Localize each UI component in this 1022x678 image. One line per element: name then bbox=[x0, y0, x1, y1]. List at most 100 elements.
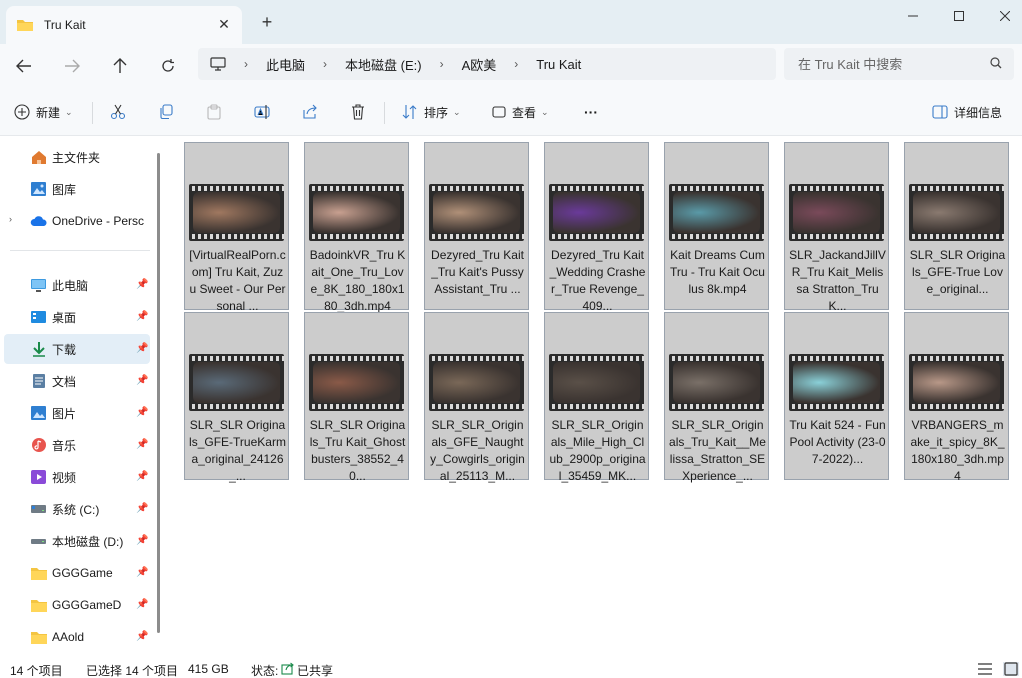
pin-icon[interactable]: 📌 bbox=[136, 471, 148, 483]
paste-button[interactable] bbox=[206, 100, 222, 124]
sidebar-item-home[interactable]: 主文件夹 bbox=[0, 142, 150, 172]
search-box[interactable] bbox=[784, 48, 1014, 80]
file-tile[interactable]: Tru Kait 524 - Fun Pool Activity (23-07-… bbox=[784, 312, 889, 480]
file-tile[interactable]: [VirtualRealPorn.com] Tru Kait, Zuzu Swe… bbox=[184, 142, 289, 313]
large-icons-view-icon[interactable] bbox=[1003, 662, 1019, 676]
sidebar-item-pictures[interactable]: 图片 📌 bbox=[0, 398, 150, 428]
pin-icon[interactable]: 📌 bbox=[136, 407, 148, 419]
close-tab-icon[interactable]: ✕ bbox=[216, 16, 232, 32]
pin-icon[interactable]: 📌 bbox=[136, 439, 148, 451]
copy-icon bbox=[160, 104, 173, 120]
address-bar[interactable]: › 此电脑 › 本地磁盘 (E:) › A欧美 › Tru Kait bbox=[198, 48, 776, 80]
folder-icon bbox=[31, 600, 47, 612]
sidebar-item-onedrive[interactable]: › OneDrive - Persc bbox=[0, 206, 150, 236]
breadcrumb-tru-kait[interactable]: Tru Kait bbox=[536, 57, 581, 72]
chevron-right-icon: › bbox=[244, 57, 248, 71]
file-name: VRBANGERS_make_it_spicy_8K_180x180_3dh.m… bbox=[910, 418, 1005, 483]
file-tile[interactable]: SLR_SLR Originals_Tru Kait_Ghostbusters_… bbox=[304, 312, 409, 483]
video-thumbnail bbox=[909, 354, 1004, 411]
maximize-button[interactable] bbox=[936, 0, 982, 32]
up-button[interactable] bbox=[106, 52, 134, 80]
chevron-right-icon[interactable]: › bbox=[9, 214, 12, 224]
sidebar-item-gallery[interactable]: 图库 bbox=[0, 174, 150, 204]
breadcrumb-this-pc[interactable]: 此电脑 bbox=[266, 55, 305, 74]
sidebar-item-music[interactable]: 音乐 📌 bbox=[0, 430, 150, 460]
file-tile[interactable]: SLR_SLR Originals_GFE-True Love_original… bbox=[904, 142, 1009, 310]
folder-icon bbox=[17, 20, 33, 31]
minimize-button[interactable] bbox=[890, 0, 936, 32]
sidebar-item-desktop[interactable]: 桌面 📌 bbox=[0, 302, 150, 332]
pin-icon[interactable]: 📌 bbox=[136, 503, 148, 515]
close-icon bbox=[1000, 11, 1010, 21]
thumbnail-image bbox=[193, 362, 280, 403]
new-button[interactable]: 新建 ⌄ bbox=[14, 100, 73, 124]
file-tile[interactable]: SLR_SLR Originals_GFE-TrueKarma_original… bbox=[184, 312, 289, 483]
pin-icon[interactable]: 📌 bbox=[136, 279, 148, 291]
details-pane-button[interactable]: 详细信息 bbox=[932, 100, 1002, 124]
rename-button[interactable] bbox=[254, 100, 272, 124]
share-button[interactable] bbox=[302, 100, 318, 124]
file-tile[interactable]: Dezyred_Tru Kait_Tru Kait's Pussy Assist… bbox=[424, 142, 529, 310]
cut-button[interactable] bbox=[110, 100, 126, 124]
file-tile[interactable]: BadoinkVR_Tru Kait_One_Tru_Love_8K_180_1… bbox=[304, 142, 409, 313]
state-label: 状态: bbox=[251, 664, 279, 678]
divider bbox=[10, 250, 150, 251]
pin-icon[interactable]: 📌 bbox=[136, 599, 148, 611]
state-value: 已共享 bbox=[297, 664, 334, 678]
new-tab-button[interactable]: + bbox=[257, 13, 277, 33]
file-tile[interactable]: SLR_JackandJillVR_Tru Kait_Melissa Strat… bbox=[784, 142, 889, 313]
pin-icon[interactable]: 📌 bbox=[136, 343, 148, 355]
file-name: SLR_SLR_Originals_Mile_High_Club_2900p_o… bbox=[549, 418, 646, 483]
file-tile[interactable]: Dezyred_Tru Kait_Wedding Crasher_True Re… bbox=[544, 142, 649, 313]
search-input[interactable] bbox=[798, 56, 978, 72]
file-tile[interactable]: SLR_SLR_Originals_Mile_High_Club_2900p_o… bbox=[544, 312, 649, 483]
sidebar-scrollbar[interactable] bbox=[157, 153, 160, 633]
copy-button[interactable] bbox=[158, 100, 174, 124]
pin-icon[interactable]: 📌 bbox=[136, 631, 148, 643]
file-tile[interactable]: Kait Dreams Cum Tru - Tru Kait Oculus 8k… bbox=[664, 142, 769, 310]
sidebar-item-aaold[interactable]: AAold 📌 bbox=[0, 622, 150, 652]
details-view-icon[interactable] bbox=[977, 662, 993, 676]
thumbnail-image bbox=[793, 362, 880, 403]
file-name: SLR_SLR Originals_GFE-TrueKarma_original… bbox=[189, 418, 286, 483]
file-tile[interactable]: SLR_SLR_Originals_Tru_Kait__Melissa_Stra… bbox=[664, 312, 769, 483]
file-tile[interactable]: SLR_SLR_Originals_GFE_Naughty_Cowgirls_o… bbox=[424, 312, 529, 483]
sidebar-item-drive-c[interactable]: 系统 (C:) 📌 bbox=[0, 494, 150, 524]
arrow-right-icon bbox=[65, 59, 80, 73]
divider bbox=[92, 102, 93, 124]
thumbnail-image bbox=[553, 192, 640, 233]
music-icon bbox=[32, 438, 46, 452]
tab-tru-kait[interactable]: Tru Kait ✕ bbox=[6, 6, 242, 44]
view-button[interactable]: 查看 ⌄ bbox=[492, 100, 549, 124]
thumbnail-image bbox=[553, 362, 640, 403]
more-options-button[interactable]: ··· bbox=[584, 100, 598, 124]
forward-button[interactable] bbox=[58, 52, 86, 80]
refresh-button[interactable] bbox=[154, 52, 182, 80]
sort-button[interactable]: 排序 ⌄ bbox=[402, 100, 461, 124]
pin-icon[interactable]: 📌 bbox=[136, 375, 148, 387]
sidebar-item-drive-d[interactable]: 本地磁盘 (D:) 📌 bbox=[0, 526, 150, 556]
sidebar-item-gggggamed[interactable]: GGGGameD 📌 bbox=[0, 590, 150, 620]
film-strip bbox=[429, 186, 524, 191]
film-strip bbox=[669, 186, 764, 191]
delete-button[interactable] bbox=[350, 100, 366, 124]
sidebar-item-documents[interactable]: 文档 📌 bbox=[0, 366, 150, 396]
back-button[interactable] bbox=[10, 52, 38, 80]
sidebar-item-videos[interactable]: 视频 📌 bbox=[0, 462, 150, 492]
sidebar-item-gggggame[interactable]: GGGGame 📌 bbox=[0, 558, 150, 588]
gallery-icon bbox=[31, 182, 46, 196]
breadcrumb-drive-e[interactable]: 本地磁盘 (E:) bbox=[345, 55, 422, 74]
breadcrumb-folder-a[interactable]: A欧美 bbox=[462, 55, 497, 74]
drive-icon bbox=[31, 505, 46, 513]
film-strip bbox=[789, 234, 884, 239]
pin-icon[interactable]: 📌 bbox=[136, 535, 148, 547]
sidebar-item-downloads[interactable]: 下载 📌 bbox=[4, 334, 150, 364]
thumbnail-image bbox=[793, 192, 880, 233]
file-tile[interactable]: VRBANGERS_make_it_spicy_8K_180x180_3dh.m… bbox=[904, 312, 1009, 483]
sidebar-item-this-pc[interactable]: 此电脑 📌 bbox=[0, 270, 150, 300]
view-label: 查看 bbox=[512, 105, 537, 120]
pin-icon[interactable]: 📌 bbox=[136, 567, 148, 579]
pin-icon[interactable]: 📌 bbox=[136, 311, 148, 323]
close-window-button[interactable] bbox=[982, 0, 1022, 32]
film-strip bbox=[309, 404, 404, 409]
